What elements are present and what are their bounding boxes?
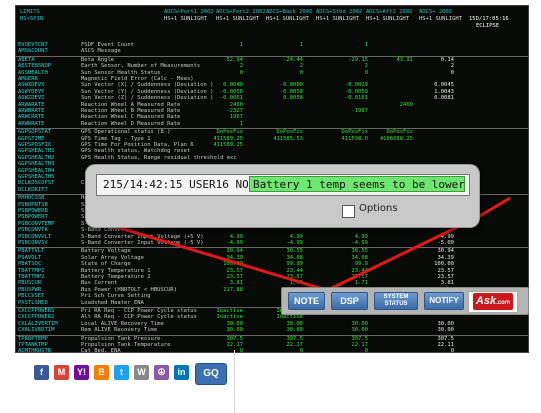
note-prefix: 215/14:42:15 USER16 NOTE: [103, 178, 269, 191]
ask-button[interactable]: Ask.com [468, 291, 518, 313]
wikipedia-icon[interactable]: W [134, 365, 149, 380]
ask-logo-sub: .com [496, 300, 511, 306]
note-entry-line: 215/14:42:15 USER16 NOTE: Battery 1 temp… [96, 174, 470, 196]
facebook-icon[interactable]: f [34, 365, 49, 380]
peace-icon[interactable]: ☮ [154, 365, 169, 380]
connector-line-right-ext [477, 196, 511, 219]
options-label: Options [359, 203, 398, 214]
ask-logo: Ask.com [473, 293, 513, 310]
options-checkbox[interactable] [342, 205, 355, 218]
action-toolbar: NOTE DSP SYSTEM STATUS NOTIFY Ask.com [281, 287, 529, 315]
notify-button[interactable]: NOTIFY [424, 292, 464, 310]
linkedin-icon[interactable]: in [174, 365, 189, 380]
gq-button[interactable]: GQ [195, 363, 227, 385]
system-status-button[interactable]: SYSTEM STATUS [374, 292, 418, 310]
note-text-field[interactable]: Battery 1 temp seems to be lower than us… [249, 176, 469, 192]
connector-line-right [329, 215, 479, 291]
note-popup: 215/14:42:15 USER16 NOTE: Battery 1 temp… [86, 165, 479, 227]
yahoo-icon[interactable]: Y! [74, 365, 89, 380]
gmail-icon[interactable]: M [54, 365, 69, 380]
system-status-line2: STATUS [384, 301, 408, 307]
blogger-icon[interactable]: B [94, 365, 109, 380]
note-button[interactable]: NOTE [288, 292, 325, 310]
connector-line-left [89, 217, 324, 291]
dsp-button[interactable]: DSP [331, 292, 368, 310]
ask-logo-text: Ask [475, 295, 497, 307]
page-divider [234, 350, 235, 413]
screen: LIMITS HS+SP3N 15D/17:05:16 ECLIPSE ADCS… [0, 0, 541, 413]
twitter-icon[interactable]: t [114, 365, 129, 380]
system-status-line1: SYSTEM [383, 294, 409, 300]
